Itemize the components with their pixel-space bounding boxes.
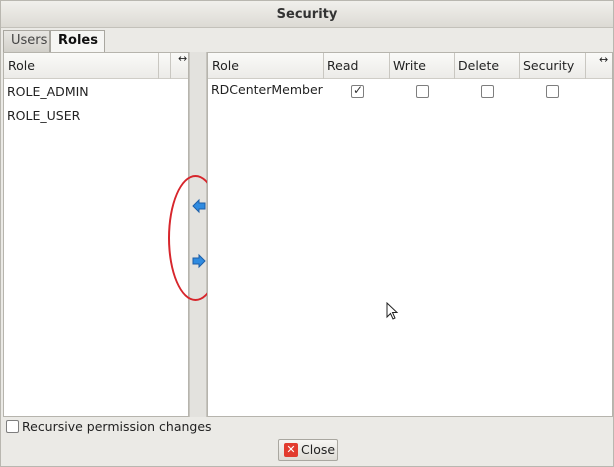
- column-header-read[interactable]: Read: [323, 53, 389, 79]
- column-divider: [323, 53, 324, 79]
- list-item[interactable]: ROLE_USER: [7, 108, 80, 123]
- mouse-cursor-icon: [386, 302, 399, 320]
- column-header-role[interactable]: Role: [4, 53, 158, 79]
- security-dialog: Security Users Roles Role ROLE_ADMIN ROL…: [0, 0, 614, 467]
- tab-users[interactable]: Users: [3, 30, 50, 52]
- resize-horizontal-icon[interactable]: ↔: [178, 53, 187, 65]
- tab-roles[interactable]: Roles: [50, 30, 105, 53]
- resize-horizontal-icon[interactable]: ↔: [599, 54, 608, 66]
- security-checkbox[interactable]: [546, 85, 559, 98]
- available-roles-panel: Role ROLE_ADMIN ROLE_USER: [3, 52, 189, 417]
- column-divider: [519, 53, 520, 79]
- delete-checkbox[interactable]: [481, 85, 494, 98]
- read-checkbox[interactable]: [351, 83, 364, 98]
- column-header-spacer: [158, 53, 170, 79]
- close-button[interactable]: ✕ Close: [278, 439, 338, 461]
- assigned-roles-panel: Role Read Write Delete Security ↔ RDCent…: [207, 52, 613, 417]
- column-header-write[interactable]: Write: [389, 53, 454, 79]
- column-header-delete[interactable]: Delete: [454, 53, 519, 79]
- column-divider: [170, 53, 171, 79]
- column-divider: [158, 53, 159, 79]
- close-icon: ✕: [284, 443, 298, 457]
- recursive-permission-checkbox[interactable]: [6, 420, 19, 433]
- close-button-label: Close: [301, 442, 336, 457]
- dialog-title: Security: [1, 1, 613, 28]
- column-divider: [585, 53, 586, 79]
- role-name-cell: RDCenterMember: [211, 82, 323, 97]
- recursive-permission-label: Recursive permission changes: [22, 419, 212, 434]
- column-header-security[interactable]: Security: [519, 53, 585, 79]
- column-header-role[interactable]: Role: [208, 53, 323, 79]
- write-checkbox[interactable]: [416, 85, 429, 98]
- list-item[interactable]: ROLE_ADMIN: [7, 84, 89, 99]
- column-divider: [454, 53, 455, 79]
- column-divider: [389, 53, 390, 79]
